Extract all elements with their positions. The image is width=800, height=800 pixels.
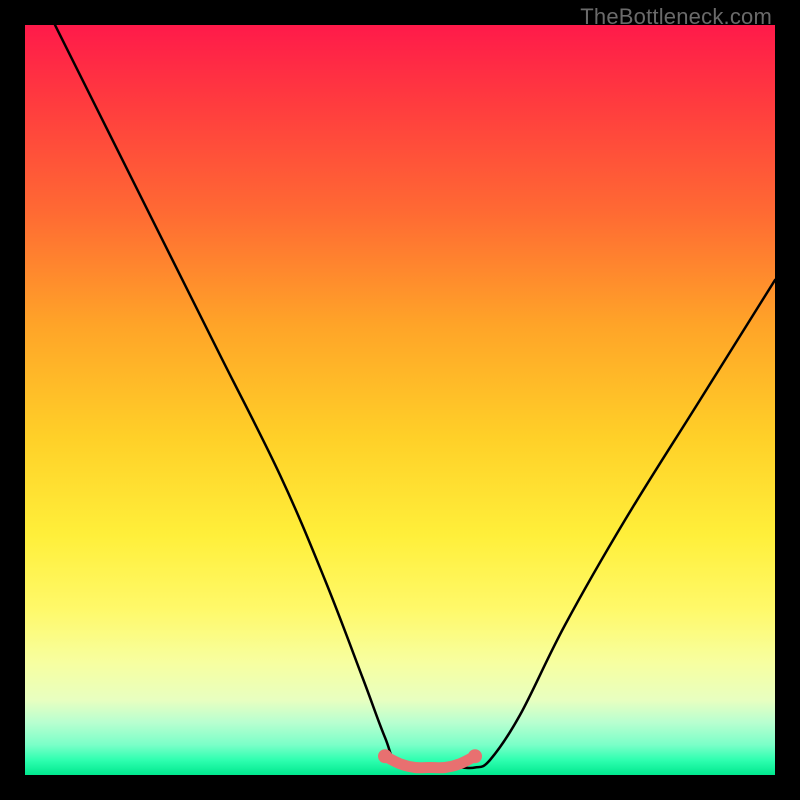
plot-area [25, 25, 775, 775]
bottleneck-curve-path [55, 25, 775, 770]
highlight-dot-right [468, 749, 482, 763]
flat-highlight-path [385, 756, 475, 768]
chart-frame: TheBottleneck.com [0, 0, 800, 800]
highlight-dot-left [378, 749, 392, 763]
curve-svg [25, 25, 775, 775]
